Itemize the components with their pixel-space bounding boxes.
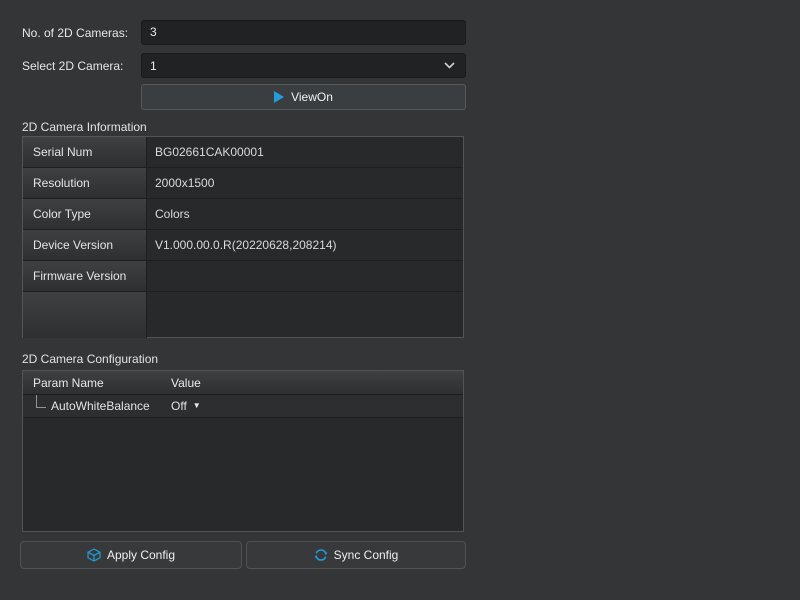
camera-info-table: Serial Num BG02661CAK00001 Resolution 20…: [22, 136, 464, 338]
param-value-dropdown[interactable]: Off ▼: [161, 395, 201, 417]
cameras-count-value: 3: [150, 25, 157, 39]
info-row-label: Serial Num: [23, 137, 147, 168]
param-name-cell: AutoWhiteBalance: [23, 395, 161, 417]
table-row: Device Version V1.000.00.0.R(20220628,20…: [23, 230, 463, 261]
sync-icon: [314, 548, 328, 562]
cube-icon: [87, 548, 101, 562]
column-header-param-name: Param Name: [23, 376, 161, 390]
info-row-value: 2000x1500: [147, 168, 463, 199]
info-row-value: BG02661CAK00001: [147, 137, 463, 168]
info-row-label-empty: [23, 292, 147, 338]
apply-config-label: Apply Config: [107, 548, 175, 562]
dropdown-arrow-icon: ▼: [193, 402, 201, 410]
play-icon: [274, 91, 284, 103]
table-row: Color Type Colors: [23, 199, 463, 230]
sync-config-button[interactable]: Sync Config: [246, 541, 466, 569]
table-row: AutoWhiteBalance Off ▼: [23, 395, 463, 418]
cameras-count-input[interactable]: 3: [141, 20, 466, 45]
table-row: Firmware Version: [23, 261, 463, 292]
info-row-label: Firmware Version: [23, 261, 147, 292]
info-row-value: [147, 261, 463, 292]
view-on-label: ViewOn: [291, 90, 333, 104]
info-row-label: Color Type: [23, 199, 147, 230]
info-row-value: Colors: [147, 199, 463, 230]
info-row-value-empty: [147, 292, 463, 338]
apply-config-button[interactable]: Apply Config: [20, 541, 242, 569]
info-row-label: Device Version: [23, 230, 147, 261]
config-section-title: 2D Camera Configuration: [22, 352, 158, 366]
column-header-value: Value: [161, 376, 201, 390]
tree-branch-icon: [23, 395, 51, 417]
chevron-down-icon: [444, 62, 455, 69]
camera-settings-panel: No. of 2D Cameras: 3 Select 2D Camera: 1…: [0, 0, 800, 600]
info-section-title: 2D Camera Information: [22, 120, 147, 134]
select-camera-label: Select 2D Camera:: [22, 59, 123, 73]
info-row-label: Resolution: [23, 168, 147, 199]
param-value-label: Off: [171, 399, 187, 413]
info-row-value: V1.000.00.0.R(20220628,208214): [147, 230, 463, 261]
table-row-empty: [23, 292, 463, 338]
table-row: Serial Num BG02661CAK00001: [23, 137, 463, 168]
table-row: Resolution 2000x1500: [23, 168, 463, 199]
sync-config-label: Sync Config: [334, 548, 399, 562]
camera-config-table: Param Name Value AutoWhiteBalance Off ▼: [22, 370, 464, 532]
camera-select-value: 1: [150, 59, 157, 73]
view-on-button[interactable]: ViewOn: [141, 84, 466, 110]
cameras-count-label: No. of 2D Cameras:: [22, 26, 128, 40]
config-table-header: Param Name Value: [23, 371, 463, 395]
param-name-label: AutoWhiteBalance: [51, 399, 150, 413]
camera-select-dropdown[interactable]: 1: [141, 53, 466, 78]
